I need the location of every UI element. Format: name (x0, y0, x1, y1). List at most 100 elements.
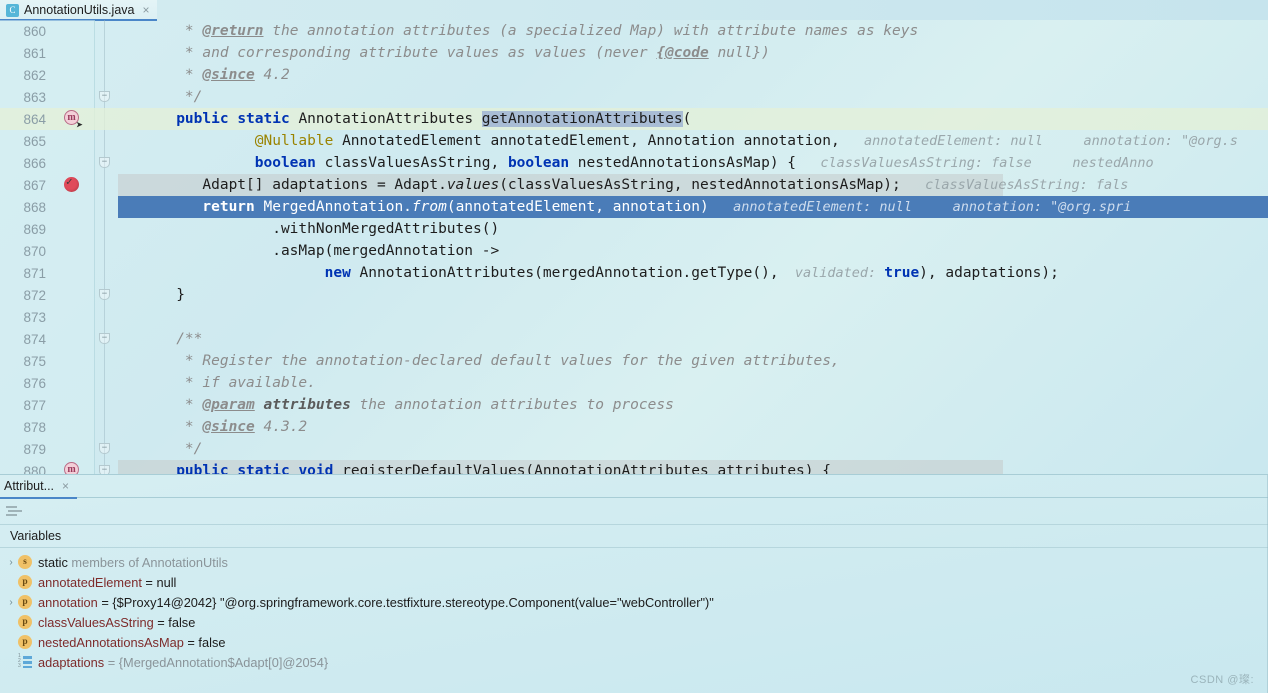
code-line: 873 (0, 306, 1268, 328)
gutter-icons[interactable] (52, 196, 95, 218)
variable-name: nestedAnnotationsAsMap (38, 634, 184, 650)
fold-column[interactable] (95, 64, 150, 86)
fold-marker-icon[interactable]: − (99, 443, 110, 454)
gutter-icons[interactable] (52, 130, 95, 152)
debugger-tab-attributes[interactable]: Attribut... × (0, 475, 78, 499)
fold-marker-icon[interactable]: − (99, 91, 110, 102)
variable-name: static (38, 554, 68, 570)
gutter-icons[interactable] (52, 174, 95, 196)
code-editor[interactable]: 860 * @return the annotation attributes … (0, 20, 1268, 475)
fold-column[interactable]: − (95, 284, 150, 306)
line-number: 861 (23, 45, 46, 61)
fold-marker-icon[interactable]: − (99, 465, 110, 474)
code-text: * if available. (150, 375, 1268, 391)
variable-row[interactable]: › s static members of AnnotationUtils (0, 552, 1268, 572)
fold-marker-icon[interactable]: − (99, 157, 110, 168)
line-number: 872 (23, 287, 46, 303)
gutter-icons[interactable] (52, 20, 95, 42)
variable-row[interactable]: p nestedAnnotationsAsMap = false (0, 632, 1268, 652)
chevron-right-icon[interactable]: › (4, 557, 18, 568)
fold-column[interactable] (95, 130, 150, 152)
code-token: validated: (778, 265, 885, 281)
code-text: return MergedAnnotation.from(annotatedEl… (150, 199, 1268, 215)
variable-name: classValuesAsString (38, 614, 154, 630)
fold-column[interactable]: − (95, 460, 150, 474)
code-token: annotatedElement: null annotation: "@org… (839, 133, 1238, 149)
fold-column[interactable] (95, 394, 150, 416)
code-line: 864 m ➤ public static AnnotationAttributes… (0, 108, 1268, 131)
gutter-icons[interactable] (52, 394, 95, 416)
editor-tab-annotationutils[interactable]: C AnnotationUtils.java × (0, 0, 157, 21)
variable-row[interactable]: p annotatedElement = null (0, 572, 1268, 592)
variable-row[interactable]: › p annotation = {$Proxy14@2042} "@org.spr… (0, 592, 1268, 612)
code-token: registerDefaultValues(AnnotationAttribut… (333, 463, 831, 475)
gutter-icons[interactable] (52, 152, 95, 174)
code-token: ( (682, 111, 692, 127)
code-line: 876 * if available. (0, 372, 1268, 394)
fold-column[interactable]: − (95, 152, 150, 174)
line-number: 868 (23, 199, 46, 215)
code-token: * (150, 419, 203, 435)
variable-row[interactable]: p classValuesAsString = false (0, 612, 1268, 632)
close-icon[interactable]: × (62, 479, 69, 493)
gutter-icons[interactable] (52, 438, 95, 460)
java-class-icon: C (6, 3, 19, 17)
gutter-icons[interactable] (52, 86, 95, 108)
fold-column[interactable] (95, 372, 150, 394)
intention-bulb-icon[interactable] (103, 111, 113, 122)
fold-column[interactable] (95, 262, 150, 284)
chevron-right-icon[interactable]: › (4, 597, 18, 608)
code-token: } (150, 287, 185, 303)
line-number: 880 (23, 463, 46, 475)
code-token: * if available. (150, 375, 316, 391)
fold-column[interactable]: − (95, 328, 150, 350)
gutter-icons[interactable] (52, 328, 95, 350)
breakpoint-icon[interactable] (64, 175, 79, 192)
gutter-icons[interactable] (52, 350, 95, 372)
close-icon[interactable]: × (142, 3, 149, 17)
fold-marker-icon[interactable]: − (99, 289, 110, 300)
override-method-icon[interactable]: m (64, 462, 79, 474)
fold-column[interactable] (95, 196, 150, 218)
code-line: 866 − boolean classValuesAsString, boolea… (0, 152, 1268, 174)
variables-title: Variables (10, 529, 62, 543)
code-token: annotatedElement: null annotation: "@org… (708, 199, 1132, 215)
code-token: getAnnotationAttributes (481, 111, 683, 127)
ide-window: C AnnotationUtils.java × 860 * @return t… (0, 0, 1268, 693)
gutter-icons[interactable] (52, 240, 95, 262)
fold-column[interactable] (95, 108, 150, 130)
gutter-icons[interactable]: m ➤ (52, 108, 95, 131)
gutter-icons[interactable] (52, 306, 95, 328)
line-number: 869 (23, 221, 46, 237)
variable-row[interactable]: adaptations = {MergedAnnotation$Adapt[0]… (0, 652, 1268, 672)
fold-column[interactable] (95, 20, 150, 42)
code-token: {@code (656, 45, 709, 61)
fold-column[interactable]: − (95, 86, 150, 108)
code-token: 4.2 (254, 67, 290, 83)
line-number: 860 (23, 23, 46, 39)
fold-column[interactable] (95, 416, 150, 438)
fold-column[interactable] (95, 42, 150, 64)
code-text: @Nullable AnnotatedElement annotatedElem… (150, 133, 1268, 149)
line-number: 864 (23, 111, 46, 127)
variables-tree[interactable]: › s static members of AnnotationUtils p anno… (0, 548, 1268, 693)
layout-settings-icon[interactable] (6, 504, 22, 518)
fold-column[interactable] (95, 218, 150, 240)
gutter-icons[interactable] (52, 218, 95, 240)
gutter-icons[interactable] (52, 284, 95, 306)
code-token: public (176, 463, 229, 475)
fold-column[interactable] (95, 174, 150, 196)
fold-column[interactable] (95, 240, 150, 262)
fold-marker-icon[interactable]: − (99, 333, 110, 344)
gutter-icons[interactable] (52, 372, 95, 394)
fold-column[interactable] (95, 306, 150, 328)
gutter-icons[interactable] (52, 262, 95, 284)
fold-column[interactable]: − (95, 438, 150, 460)
gutter-icons[interactable]: m (52, 460, 95, 474)
gutter-icons[interactable] (52, 64, 95, 86)
line-number: 865 (23, 133, 46, 149)
gutter-icons[interactable] (52, 42, 95, 64)
gutter-icons[interactable] (52, 416, 95, 438)
fold-column[interactable] (95, 350, 150, 372)
